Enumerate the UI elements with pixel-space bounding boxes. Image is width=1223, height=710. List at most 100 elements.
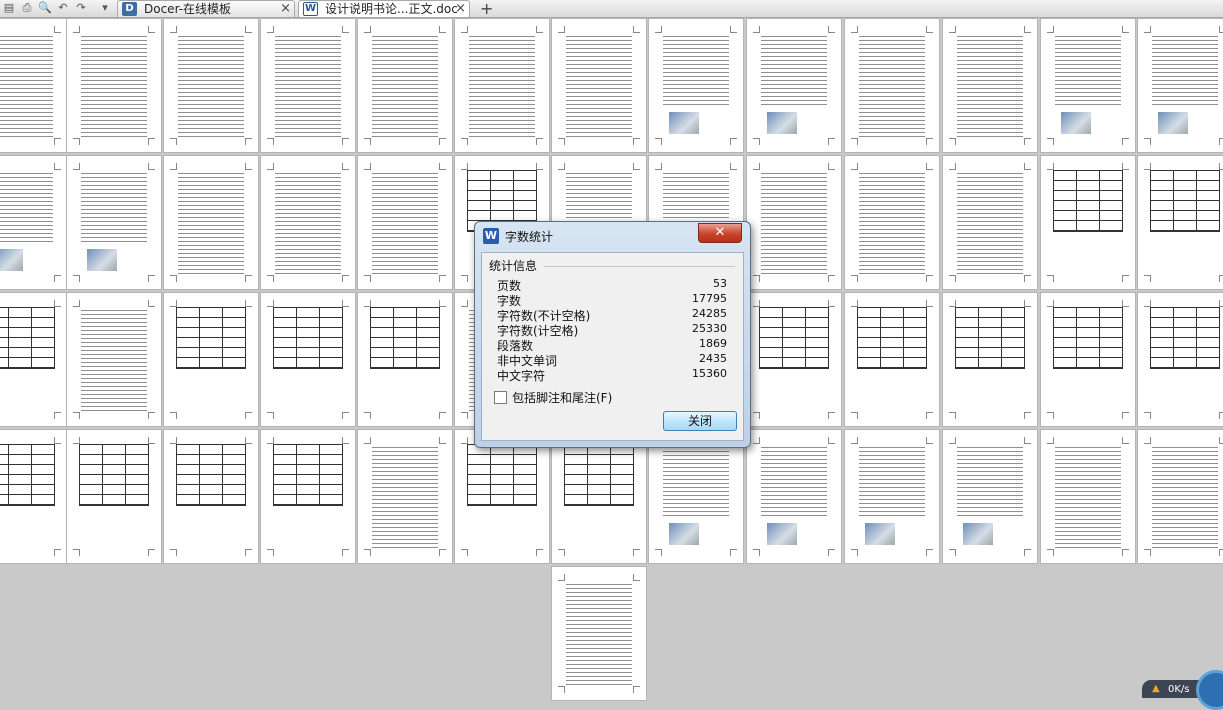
crop-mark — [558, 138, 565, 145]
page-thumbnail[interactable] — [67, 19, 161, 152]
print-preview-icon[interactable]: ⎙ — [20, 1, 34, 15]
page-thumbnail[interactable] — [261, 293, 355, 426]
page-thumbnail[interactable] — [164, 430, 258, 563]
page-thumbnail[interactable] — [1041, 156, 1135, 289]
crop-mark — [73, 300, 80, 307]
page-thumbnail[interactable] — [943, 430, 1037, 563]
crop-mark — [342, 549, 349, 556]
page-thumbnail[interactable] — [747, 156, 841, 289]
crop-mark — [1219, 275, 1223, 282]
tab-docer[interactable]: D Docer-在线模板 × — [117, 0, 295, 17]
crop-mark — [1047, 26, 1054, 33]
page-thumbnail[interactable] — [845, 19, 939, 152]
crop-mark — [54, 275, 61, 282]
accelerator-ball-icon[interactable] — [1196, 670, 1223, 710]
page-thumbnail[interactable] — [747, 19, 841, 152]
crop-mark — [753, 138, 760, 145]
crop-mark — [536, 549, 543, 556]
page-thumbnail[interactable] — [943, 19, 1037, 152]
tab-close-icon[interactable]: × — [280, 1, 291, 17]
crop-mark — [267, 300, 274, 307]
crop-mark — [170, 549, 177, 556]
dialog-titlebar[interactable]: W 字数统计 ✕ — [475, 222, 748, 250]
page-thumbnail[interactable] — [261, 19, 355, 152]
crop-mark — [170, 26, 177, 33]
page-thumbnail[interactable] — [552, 430, 646, 563]
crop-mark — [54, 437, 61, 444]
crop-mark — [536, 138, 543, 145]
page-thumbnail[interactable] — [358, 293, 452, 426]
crop-mark — [461, 163, 468, 170]
crop-mark — [170, 163, 177, 170]
page-thumbnail[interactable] — [164, 293, 258, 426]
crop-mark — [926, 138, 933, 145]
page-thumbnail[interactable] — [358, 156, 452, 289]
page-thumbnail[interactable] — [261, 156, 355, 289]
page-thumbnail[interactable] — [455, 19, 549, 152]
crop-mark — [364, 300, 371, 307]
crop-mark — [926, 275, 933, 282]
page-thumbnail[interactable] — [0, 430, 67, 563]
page-thumbnail[interactable] — [0, 19, 67, 152]
page-thumbnail[interactable] — [0, 293, 67, 426]
page-thumbnail[interactable] — [845, 430, 939, 563]
page-thumbnail[interactable] — [67, 156, 161, 289]
crop-mark — [73, 275, 80, 282]
page-thumbnail[interactable] — [1138, 430, 1223, 563]
page-thumbnail[interactable] — [943, 156, 1037, 289]
crop-mark — [1024, 138, 1031, 145]
page-thumbnail[interactable] — [747, 430, 841, 563]
page-thumbnail[interactable] — [455, 430, 549, 563]
print-icon[interactable]: ▤ — [2, 1, 16, 15]
page-thumbnail[interactable] — [1138, 293, 1223, 426]
checkbox-box[interactable] — [494, 391, 507, 404]
crop-mark — [267, 437, 274, 444]
page-thumbnail[interactable] — [1041, 430, 1135, 563]
undo-icon[interactable]: ↶ — [56, 1, 70, 15]
text-block — [566, 35, 632, 138]
crop-mark — [461, 549, 468, 556]
page-thumbnail[interactable] — [164, 19, 258, 152]
page-thumbnail[interactable] — [552, 567, 646, 700]
page-thumbnail[interactable] — [67, 293, 161, 426]
crop-mark — [1219, 437, 1223, 444]
redo-icon[interactable]: ↷ — [74, 1, 88, 15]
figure-image — [865, 523, 895, 545]
page-thumbnail[interactable] — [1138, 19, 1223, 152]
page-thumbnail[interactable] — [67, 430, 161, 563]
page-thumbnail[interactable] — [552, 19, 646, 152]
crop-mark — [1219, 549, 1223, 556]
crop-mark — [851, 275, 858, 282]
table-block — [79, 444, 149, 506]
crop-mark — [439, 300, 446, 307]
page-thumbnail[interactable] — [261, 430, 355, 563]
crop-mark — [1024, 163, 1031, 170]
crop-mark — [148, 300, 155, 307]
page-thumbnail[interactable] — [845, 293, 939, 426]
close-icon[interactable]: ✕ — [698, 223, 742, 243]
page-thumbnail[interactable] — [747, 293, 841, 426]
page-thumbnail[interactable] — [164, 156, 258, 289]
page-thumbnail[interactable] — [845, 156, 939, 289]
page-thumbnail[interactable] — [649, 19, 743, 152]
tab-close-icon[interactable]: × — [455, 1, 466, 17]
print-setup-icon[interactable]: 🔍 — [38, 1, 52, 15]
include-footnotes-checkbox[interactable]: 包括脚注和尾注(F) — [494, 389, 612, 406]
tab-document[interactable]: W 设计说明书论...正文.doc × — [298, 0, 470, 17]
page-thumbnail[interactable] — [358, 19, 452, 152]
crop-mark — [1144, 138, 1151, 145]
more-icon[interactable]: ▾ — [98, 1, 112, 15]
page-thumbnail[interactable] — [1041, 19, 1135, 152]
new-tab-button[interactable]: + — [480, 0, 493, 18]
page-thumbnail[interactable] — [649, 430, 743, 563]
crop-mark — [245, 163, 252, 170]
crop-mark — [851, 549, 858, 556]
page-thumbnail[interactable] — [943, 293, 1037, 426]
page-thumbnail[interactable] — [1138, 156, 1223, 289]
crop-mark — [633, 26, 640, 33]
page-thumbnail[interactable] — [0, 156, 67, 289]
page-thumbnail[interactable] — [358, 430, 452, 563]
page-thumbnail[interactable] — [1041, 293, 1135, 426]
close-button[interactable]: 关闭 — [663, 411, 737, 431]
table-block — [1150, 307, 1220, 369]
